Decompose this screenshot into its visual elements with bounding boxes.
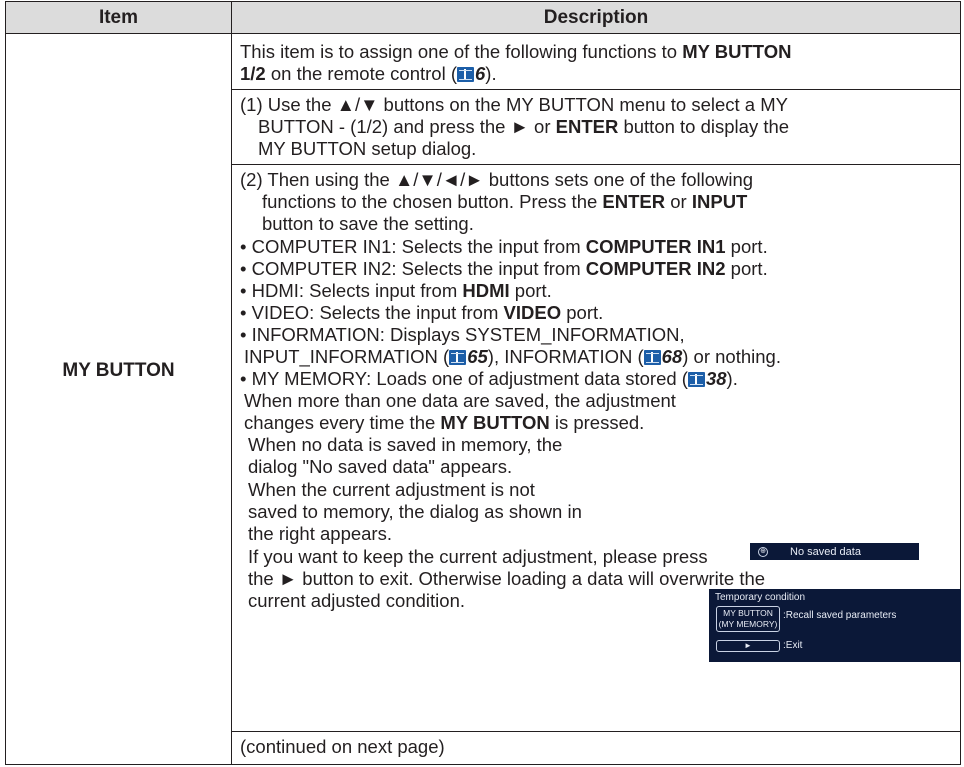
my-memory-line: When more than one data are saved, the a…: [244, 390, 676, 411]
step2-line: button to save the setting.: [262, 213, 474, 234]
book-icon: [687, 372, 705, 387]
right-arrow-key: ►: [716, 640, 780, 652]
bullet-computer-in1: • COMPUTER IN1: Selects the input from C…: [240, 236, 768, 257]
step1-line: BUTTON - (1/2) and press the ► or ENTER …: [258, 116, 790, 137]
step1-line: (1) Use the ▲/▼ buttons on the MY BUTTON…: [240, 94, 788, 115]
page-ref: 65: [467, 346, 488, 367]
no-saved-line: dialog "No saved data" appears.: [248, 456, 513, 477]
book-icon: [456, 67, 474, 82]
current-adjust-line: saved to memory, the dialog as shown in: [248, 501, 582, 522]
bullet-hdmi: • HDMI: Selects input from HDMI port.: [240, 280, 552, 301]
book-icon: [449, 350, 467, 365]
keep-line: If you want to keep the current adjustme…: [248, 546, 708, 567]
temporary-condition-dialog: Temporary condition MY BUTTON (MY MEMORY…: [709, 589, 961, 662]
bullet-information: • INFORMATION: Displays SYSTEM_INFORMATI…: [240, 324, 685, 345]
my-memory-key-label: (MY MEMORY): [718, 619, 778, 629]
dialog-title: Temporary condition: [715, 592, 806, 603]
my-button-key-label: MY BUTTON: [723, 608, 773, 618]
no-saved-line: When no data is saved in memory, the: [248, 434, 563, 455]
bullet-my-memory: • MY MEMORY: Loads one of adjustment dat…: [240, 368, 738, 389]
keep-line: current adjusted condition.: [248, 590, 465, 611]
keep-line: the ► button to exit. Otherwise loading …: [248, 568, 766, 589]
bullet-video: • VIDEO: Selects the input from VIDEO po…: [240, 302, 604, 323]
continued-note: (continued on next page): [240, 736, 445, 757]
section-divider: [232, 164, 960, 165]
page-ref: 38: [705, 368, 727, 389]
my-memory-line: changes every time the MY BUTTON is pres…: [244, 412, 645, 433]
bullet-information-refs: INPUT_INFORMATION (65), INFORMATION (68)…: [244, 346, 781, 367]
page-ref: 6: [474, 63, 486, 84]
exit-label: :Exit: [783, 640, 803, 651]
current-adjust-line: When the current adjustment is not: [248, 479, 535, 500]
step1-line: MY BUTTON setup dialog.: [258, 138, 477, 159]
book-icon: [643, 350, 661, 365]
no-saved-data-dialog: ⊕ No saved data: [750, 543, 919, 560]
item-cell: MY BUTTON: [6, 33, 231, 765]
step2-line: (2) Then using the ▲/▼/◄/► buttons sets …: [240, 169, 754, 190]
header-item: Item: [6, 2, 232, 33]
header-description: Description: [543, 6, 649, 28]
table-header: Item Description: [6, 2, 960, 34]
recall-label: :Recall saved parameters: [783, 610, 897, 621]
my-button-key: MY BUTTON (MY MEMORY): [716, 606, 780, 632]
intro-line: 1/2 on the remote control (6).: [240, 63, 497, 84]
no-saved-data-text: No saved data: [790, 545, 861, 558]
bullet-computer-in2: • COMPUTER IN2: Selects the input from C…: [240, 258, 768, 279]
intro-line: This item is to assign one of the follow…: [240, 41, 792, 62]
current-adjust-line: the right appears.: [248, 523, 392, 544]
input-icon: ⊕: [758, 546, 768, 557]
step2-line: functions to the chosen button. Press th…: [262, 191, 748, 212]
section-divider: [232, 89, 960, 90]
item-name: MY BUTTON: [62, 360, 175, 381]
page-ref: 68: [661, 346, 683, 367]
